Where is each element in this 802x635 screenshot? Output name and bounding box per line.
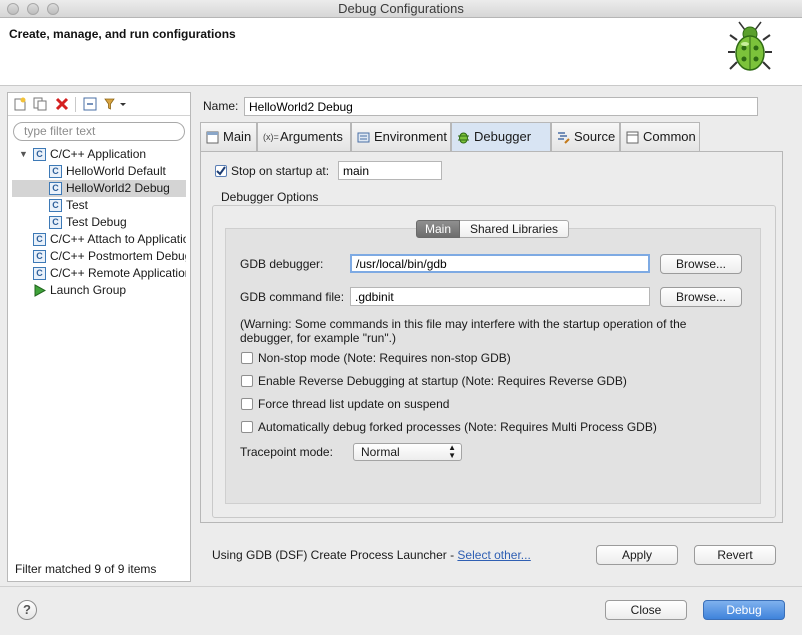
delete-configuration-icon[interactable] bbox=[55, 97, 69, 111]
tree-item-cpp-application[interactable]: ▼ C C/C++ Application bbox=[18, 146, 188, 163]
launcher-text: Using GDB (DSF) Create Process Launcher … bbox=[212, 548, 458, 562]
arguments-icon: (x)= bbox=[263, 132, 279, 142]
tab-arguments[interactable]: (x)= Arguments bbox=[257, 122, 351, 152]
apply-button[interactable]: Apply bbox=[596, 545, 678, 565]
new-configuration-icon[interactable] bbox=[13, 97, 27, 111]
cpp-remote-icon: C bbox=[33, 267, 46, 280]
cpp-config-icon: C bbox=[49, 182, 62, 195]
gdb-command-file-browse-button[interactable]: Browse... bbox=[660, 287, 742, 307]
filter-field[interactable] bbox=[13, 122, 185, 141]
stop-on-startup-label: Stop on startup at: bbox=[231, 164, 330, 178]
filter-input[interactable] bbox=[22, 123, 182, 139]
tree-item-cpp-remote[interactable]: C C/C++ Remote Application bbox=[18, 265, 186, 282]
configuration-tree-panel: ▼ C C/C++ Application C HelloWorld Defau… bbox=[7, 92, 191, 582]
config-tabs: Main (x)= Arguments Environment Debugger… bbox=[200, 122, 700, 152]
environment-icon bbox=[357, 132, 370, 143]
duplicate-configuration-icon[interactable] bbox=[33, 97, 47, 111]
help-icon[interactable]: ? bbox=[17, 600, 37, 620]
tree-item-cpp-attach[interactable]: C C/C++ Attach to Application bbox=[18, 231, 186, 248]
select-other-link[interactable]: Select other... bbox=[457, 548, 530, 562]
filter-status: Filter matched 9 of 9 items bbox=[15, 562, 157, 576]
window-title: Debug Configurations bbox=[338, 1, 464, 16]
warning-text-line2: debugger, for example "run".) bbox=[240, 331, 396, 345]
cpp-config-icon: C bbox=[49, 199, 62, 212]
filter-menu-icon[interactable] bbox=[104, 97, 128, 111]
cpp-postmortem-icon: C bbox=[33, 250, 46, 263]
subtab-shared-libraries[interactable]: Shared Libraries bbox=[460, 220, 569, 238]
gdb-debugger-label: GDB debugger: bbox=[240, 257, 324, 271]
revert-button[interactable]: Revert bbox=[694, 545, 776, 565]
cpp-config-icon: C bbox=[49, 165, 62, 178]
reverse-debugging-checkbox[interactable] bbox=[241, 375, 253, 387]
main-tab-icon bbox=[206, 131, 219, 144]
name-label: Name: bbox=[203, 99, 239, 113]
stop-on-startup-checkbox[interactable] bbox=[215, 165, 227, 177]
source-icon bbox=[558, 132, 570, 144]
name-input[interactable] bbox=[244, 97, 758, 116]
window-titlebar: Debug Configurations bbox=[0, 0, 802, 18]
tree-item-helloworld-default[interactable]: C HelloWorld Default bbox=[34, 163, 188, 180]
common-icon bbox=[626, 131, 639, 144]
bug-icon bbox=[728, 21, 772, 71]
checkmark-icon bbox=[216, 166, 226, 176]
gdb-debugger-browse-button[interactable]: Browse... bbox=[660, 254, 742, 274]
tab-debugger[interactable]: Debugger bbox=[451, 122, 551, 152]
collapse-all-icon[interactable] bbox=[83, 97, 97, 111]
left-toolbar bbox=[8, 93, 190, 116]
debug-forked-processes-checkbox[interactable] bbox=[241, 421, 253, 433]
debug-forked-processes-label: Automatically debug forked processes (No… bbox=[258, 420, 657, 434]
tracepoint-mode-label: Tracepoint mode: bbox=[240, 445, 333, 459]
expand-triangle-icon[interactable]: ▼ bbox=[19, 146, 28, 163]
gdb-command-file-input[interactable] bbox=[350, 287, 650, 306]
toolbar-divider bbox=[75, 97, 76, 112]
launcher-info: Using GDB (DSF) Create Process Launcher … bbox=[212, 548, 531, 562]
launch-group-icon bbox=[34, 284, 46, 297]
force-thread-list-update-checkbox[interactable] bbox=[241, 398, 253, 410]
gdb-command-file-label: GDB command file: bbox=[240, 290, 345, 304]
footer-divider bbox=[0, 586, 802, 587]
debugger-options-title: Debugger Options bbox=[219, 190, 321, 204]
cpp-launch-icon: C bbox=[33, 148, 46, 161]
warning-text-line1: (Warning: Some commands in this file may… bbox=[240, 317, 687, 331]
cpp-attach-icon: C bbox=[33, 233, 46, 246]
non-stop-mode-label: Non-stop mode (Note: Requires non-stop G… bbox=[258, 351, 511, 365]
tab-common[interactable]: Common bbox=[620, 122, 700, 152]
tab-environment[interactable]: Environment bbox=[351, 122, 451, 152]
stop-on-startup-input[interactable] bbox=[338, 161, 442, 180]
dialog-header: Create, manage, and run configurations bbox=[0, 18, 802, 86]
tree-item-helloworld2-debug[interactable]: C HelloWorld2 Debug bbox=[12, 180, 186, 197]
debug-button[interactable]: Debug bbox=[703, 600, 785, 620]
select-arrows-icon: ▲ ▼ bbox=[448, 443, 456, 460]
tree-item-launch-group[interactable]: Launch Group bbox=[18, 282, 186, 299]
header-title: Create, manage, and run configurations bbox=[9, 27, 236, 41]
non-stop-mode-checkbox[interactable] bbox=[241, 352, 253, 364]
tab-main[interactable]: Main bbox=[200, 122, 257, 152]
reverse-debugging-label: Enable Reverse Debugging at startup (Not… bbox=[258, 374, 627, 388]
tree-item-test[interactable]: C Test bbox=[34, 197, 188, 214]
cpp-config-icon: C bbox=[49, 216, 62, 229]
close-button[interactable]: Close bbox=[605, 600, 687, 620]
tree-item-test-debug[interactable]: C Test Debug bbox=[34, 214, 188, 231]
tracepoint-mode-select[interactable]: Normal ▲ ▼ bbox=[353, 443, 462, 461]
tab-source[interactable]: Source bbox=[551, 122, 620, 152]
gdb-debugger-input[interactable] bbox=[350, 254, 650, 273]
force-thread-list-update-label: Force thread list update on suspend bbox=[258, 397, 450, 411]
tree-item-cpp-postmortem[interactable]: C C/C++ Postmortem Debugger bbox=[18, 248, 186, 265]
debugger-icon bbox=[458, 132, 469, 144]
subtab-main[interactable]: Main bbox=[416, 220, 460, 238]
